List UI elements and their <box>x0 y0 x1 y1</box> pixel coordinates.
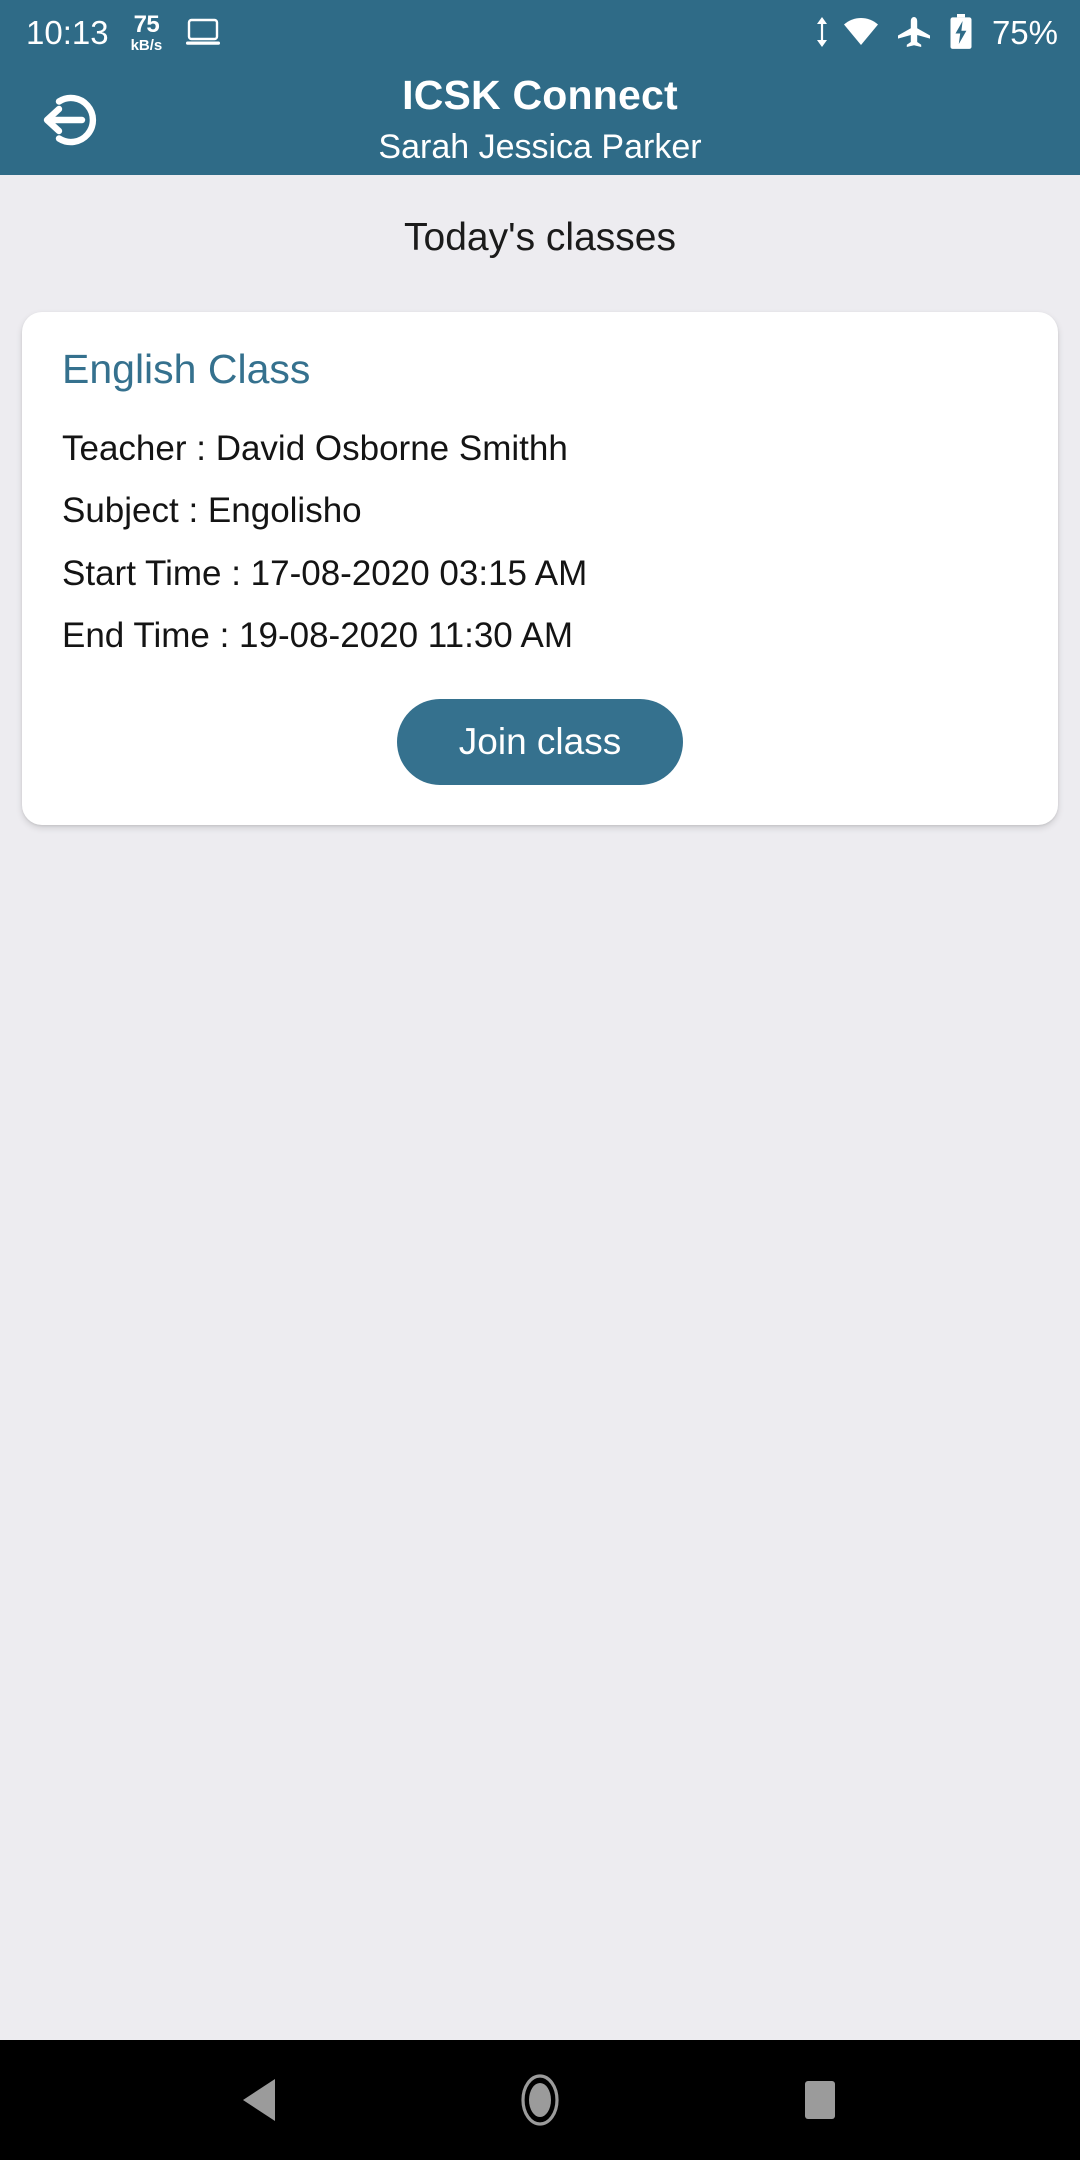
android-navigation-bar <box>0 2040 1080 2160</box>
laptop-icon <box>184 17 222 47</box>
battery-percent-label: 75% <box>991 13 1058 51</box>
logout-button[interactable] <box>20 72 116 168</box>
app-title: ICSK Connect <box>402 71 678 118</box>
phone-screen: 10:13 75 kB/s 75% ICSK Connect Sarah Jes… <box>0 0 1080 2160</box>
back-triangle-icon <box>239 2077 281 2123</box>
class-end-time: End Time : 19-08-2020 11:30 AM <box>62 616 574 656</box>
recents-square-icon <box>801 2079 839 2121</box>
status-bar-right: 75% <box>814 14 1058 50</box>
status-bar: 10:13 75 kB/s 75% <box>0 0 1080 64</box>
class-teacher: Teacher : David Osborne Smithh <box>62 428 568 468</box>
nav-back-button[interactable] <box>200 2040 320 2160</box>
join-button-wrapper: Join class <box>62 698 1018 786</box>
nav-recents-button[interactable] <box>760 2040 880 2160</box>
page-title: Today's classes <box>404 216 676 259</box>
class-name: English Class <box>62 345 311 392</box>
nav-home-button[interactable] <box>480 2040 600 2160</box>
class-start-time: Start Time : 17-08-2020 03:15 AM <box>62 553 588 593</box>
class-card[interactable]: English Class Teacher : David Osborne Sm… <box>22 311 1058 826</box>
logout-icon <box>35 87 101 153</box>
status-bar-left: 10:13 75 kB/s <box>26 12 222 53</box>
battery-charging-icon <box>948 14 974 50</box>
up-down-arrows-icon <box>814 17 830 47</box>
network-speed-unit: kB/s <box>130 36 163 54</box>
join-class-button[interactable]: Join class <box>396 698 684 786</box>
home-circle-icon <box>513 2073 567 2127</box>
app-bar: ICSK Connect Sarah Jessica Parker <box>0 64 1080 175</box>
wifi-icon <box>843 17 880 47</box>
class-subject: Subject : Engolisho <box>62 491 362 531</box>
airplane-mode-icon <box>896 16 932 48</box>
network-speed-indicator: 75 kB/s <box>130 10 163 54</box>
network-speed-value: 75 <box>133 10 160 38</box>
status-clock: 10:13 <box>26 13 109 51</box>
app-subtitle-user-name: Sarah Jessica Parker <box>378 127 702 166</box>
main-content: Today's classes English Class Teacher : … <box>0 175 1080 2040</box>
app-bar-titles: ICSK Connect Sarah Jessica Parker <box>378 71 702 166</box>
